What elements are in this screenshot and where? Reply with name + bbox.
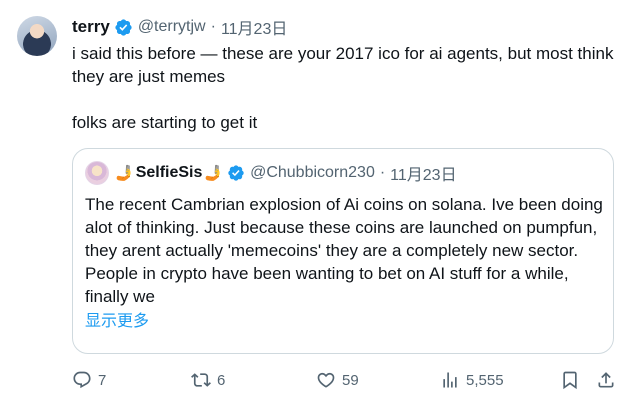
author-handle[interactable]: @terrytjw <box>138 18 206 36</box>
like-button[interactable]: 59 <box>316 368 359 392</box>
bookmark-button[interactable] <box>560 368 580 392</box>
author-avatar[interactable] <box>17 16 57 56</box>
quoted-author-name: SelfieSis <box>135 164 203 181</box>
author-name[interactable]: terry <box>72 17 110 37</box>
quoted-tweet-header: 🤳 SelfieSis 🤳 @Chubbicorn230 · 11月23日 <box>85 161 457 185</box>
action-bar: 7 6 59 5,555 <box>72 368 620 392</box>
quoted-author-handle: @Chubbicorn230 <box>250 164 375 181</box>
repost-count: 6 <box>217 371 226 389</box>
tweet-line: i said this before — these are your 2017… <box>72 44 614 86</box>
tweet-date[interactable]: 11月23日 <box>221 15 287 39</box>
views-count: 5,555 <box>466 371 504 389</box>
views-icon <box>443 372 457 388</box>
share-icon <box>598 372 614 388</box>
quoted-author-avatar <box>85 161 109 185</box>
verified-badge-icon <box>228 165 244 181</box>
selfie-emoji: 🤳 <box>204 165 224 182</box>
selfie-emoji: 🤳 <box>115 165 134 182</box>
show-more-link[interactable]: 显示更多 <box>85 307 149 331</box>
quoted-tweet-date: 11月23日 <box>390 167 457 184</box>
separator-dot: · <box>210 18 216 35</box>
tweet-text: i said this before — these are your 2017… <box>72 42 622 134</box>
tweet[interactable]: terry @terrytjw · 11月23日 i said this bef… <box>0 0 639 406</box>
reply-button[interactable]: 7 <box>72 368 106 392</box>
reply-icon <box>73 371 91 389</box>
share-button[interactable] <box>596 368 616 392</box>
views-button[interactable]: 5,555 <box>440 368 504 392</box>
tweet-line: folks are starting to get it <box>72 113 258 132</box>
like-icon <box>317 372 335 388</box>
tweet-header: terry @terrytjw · 11月23日 <box>72 16 287 38</box>
bookmark-icon <box>563 371 577 390</box>
repost-button[interactable]: 6 <box>191 368 225 392</box>
quoted-tweet[interactable]: 🤳 SelfieSis 🤳 @Chubbicorn230 · 11月23日 Th… <box>72 148 614 354</box>
separator-dot: · <box>379 164 386 181</box>
quoted-tweet-text: The recent Cambrian explosion of Ai coin… <box>85 195 603 306</box>
like-count: 59 <box>342 371 359 389</box>
verified-badge-icon <box>115 18 132 36</box>
reply-count: 7 <box>98 371 107 389</box>
repost-icon <box>191 373 211 387</box>
